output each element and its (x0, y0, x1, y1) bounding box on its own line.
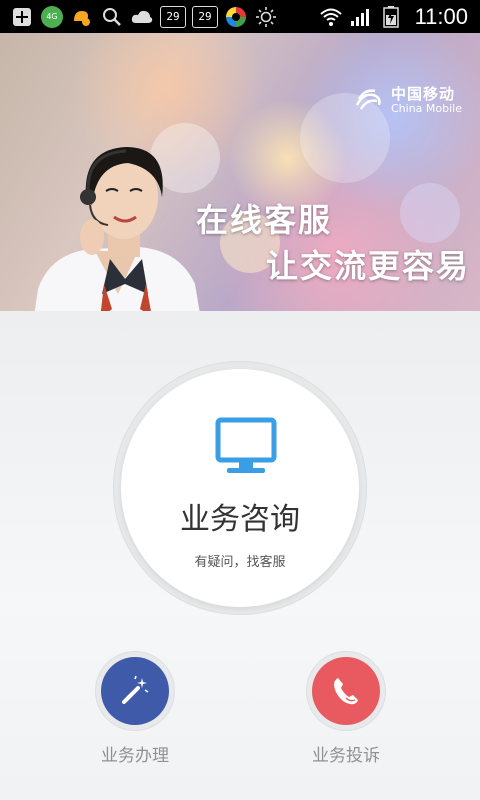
network-4g-icon: 4G (40, 5, 64, 29)
signal-icon (349, 5, 373, 29)
svg-text:4G: 4G (46, 12, 57, 21)
banner-headline-line1: 在线客服 (196, 201, 333, 239)
business-handling-circle[interactable] (101, 657, 169, 725)
uc-browser-icon (70, 5, 94, 29)
logo-cn: 中国移动 (390, 85, 455, 104)
calendar-badge: 29 (192, 5, 218, 28)
brightness-icon (254, 5, 278, 29)
monitor-icon (215, 417, 277, 473)
china-mobile-logo-icon (355, 89, 381, 110)
search-icon (100, 5, 124, 29)
business-handling-button[interactable] (95, 651, 175, 731)
add-icon (10, 5, 34, 29)
magic-wand-icon (122, 675, 149, 704)
business-handling-label[interactable]: 业务办理 (65, 741, 205, 766)
complaint-circle[interactable] (312, 657, 380, 725)
status-bar: 4G 29 29 11:00 (0, 0, 480, 33)
banner: 中国移动 China Mobile 在线客服 让交流更容易 (0, 33, 480, 311)
cloud-icon (130, 5, 154, 29)
china-mobile-logo: 中国移动 China Mobile (353, 85, 462, 117)
calendar-badge: 29 (160, 5, 186, 28)
battery-icon (379, 5, 403, 29)
app-color-icon (224, 5, 248, 29)
consult-subtitle: 有疑问，找客服 (194, 555, 286, 570)
wifi-icon (319, 5, 343, 29)
consult-title: 业务咨询 (180, 502, 300, 537)
consult-button[interactable]: 业务咨询 有疑问，找客服 (113, 361, 367, 615)
consult-circle[interactable]: 业务咨询 有疑问，找客服 (121, 369, 359, 607)
banner-headline-line2: 让交流更容易 (266, 247, 471, 285)
main-area: 业务咨询 有疑问，找客服 业务办理 业务投诉 (0, 311, 480, 800)
complaint-label[interactable]: 业务投诉 (276, 741, 416, 766)
clock: 11:00 (414, 3, 468, 29)
complaint-button[interactable] (306, 651, 386, 731)
logo-en: China Mobile (390, 102, 462, 116)
phone-icon (334, 678, 358, 705)
